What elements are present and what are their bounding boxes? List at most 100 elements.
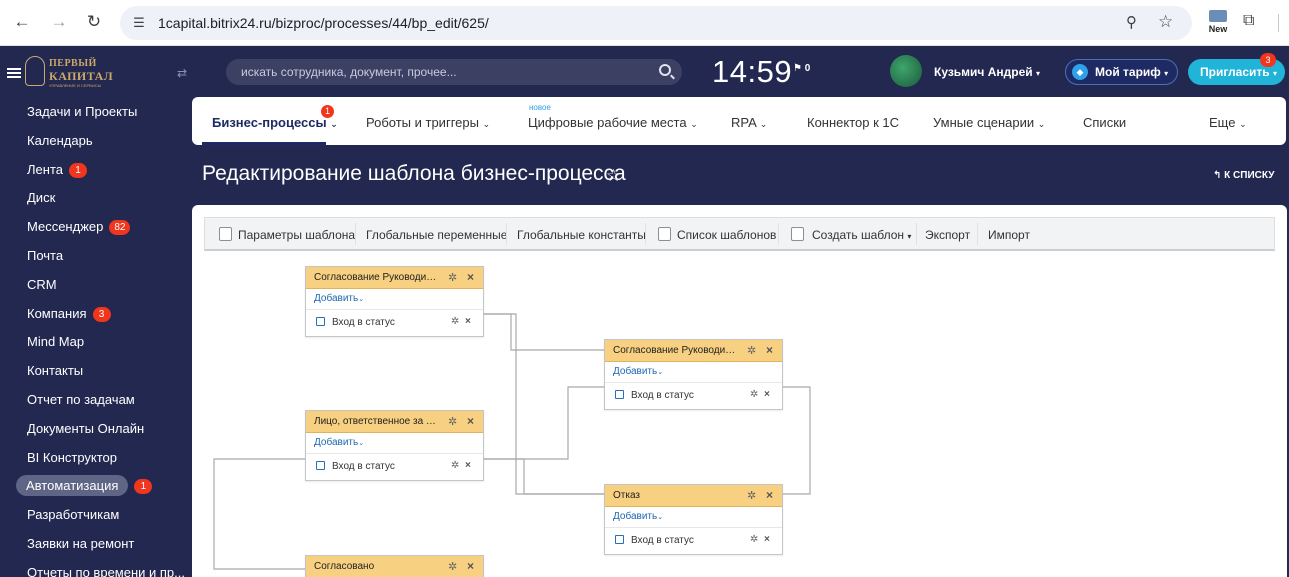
close-icon[interactable]: × [764, 534, 770, 545]
sidebar-item-automation[interactable]: Автоматизация 1 [0, 472, 192, 501]
address-bar[interactable]: ☰ 1capital.bitrix24.ru/bizproc/processes… [120, 6, 1192, 40]
process-block[interactable]: Лицо, ответственное за за... ✲ × Добавит… [305, 410, 484, 481]
sidebar-item-tasks[interactable]: Задачи и Проекты [0, 98, 192, 127]
toolbar-divider [506, 223, 507, 245]
sidebar-item-task-report[interactable]: Отчет по задачам [0, 386, 192, 415]
template-list-button[interactable]: Список шаблонов [677, 228, 776, 242]
search-input[interactable]: искать сотрудника, документ, прочее... [226, 59, 682, 85]
gear-icon[interactable]: ✲ [451, 460, 459, 471]
row-label: Вход в статус [332, 317, 395, 328]
menu-burger-icon[interactable] [7, 68, 21, 78]
close-icon[interactable]: × [766, 488, 773, 502]
close-icon[interactable]: × [467, 559, 474, 573]
site-settings-icon[interactable]: ☰ [130, 14, 148, 32]
gear-icon[interactable]: ✲ [750, 534, 758, 545]
extension-new-button[interactable]: New [1206, 10, 1230, 38]
favorite-star-icon[interactable]: ☆ [606, 166, 621, 186]
process-block[interactable]: Отказ ✲ × Добавить⌄ Вход в статус ✲ × [604, 484, 783, 555]
enter-status-icon [316, 461, 325, 470]
avatar[interactable] [890, 55, 922, 87]
chevron-down-icon: ⌄ [330, 119, 338, 129]
flag-counter[interactable]: ⚑ 0 [793, 63, 810, 74]
block-header[interactable]: Отказ ✲ × [605, 485, 782, 507]
clock[interactable]: 14:59 [712, 54, 792, 90]
sidebar-item-disk[interactable]: Диск [0, 184, 192, 213]
gear-icon[interactable]: ✲ [448, 560, 457, 573]
block-row[interactable]: Вход в статус ✲ × [306, 310, 483, 336]
tab-rpa[interactable]: RPA ⌄ [731, 115, 767, 130]
sidebar-item-crm[interactable]: CRM [0, 271, 192, 300]
block-header[interactable]: Согласование Руководите... ✲ × [605, 340, 782, 362]
block-row[interactable]: Вход в статус ✲ × [306, 454, 483, 480]
add-dropdown[interactable]: Добавить⌄ [306, 289, 483, 310]
tab-lists[interactable]: Списки [1083, 115, 1126, 130]
sidebar-item-mail[interactable]: Почта [0, 242, 192, 271]
template-params-icon [219, 227, 232, 241]
gear-icon[interactable]: ✲ [750, 389, 758, 400]
reload-icon[interactable]: ↻ [83, 11, 105, 33]
row-label: Вход в статус [631, 535, 694, 546]
process-block[interactable]: Согласование Руководите... ✲ × Добавить⌄… [305, 266, 484, 337]
chevron-down-icon: ⌄ [657, 369, 664, 376]
block-row[interactable]: Вход в статус ✲ × [605, 383, 782, 409]
create-template-button[interactable]: Создать шаблон ▾ [812, 228, 911, 242]
sidebar-item-bi[interactable]: BI Конструктор [0, 444, 192, 473]
close-icon[interactable]: × [465, 460, 471, 471]
address-url[interactable]: 1capital.bitrix24.ru/bizproc/processes/4… [158, 15, 489, 31]
search-icon[interactable] [659, 64, 671, 76]
my-plan-button[interactable]: ◆ Мой тариф ▾ [1065, 59, 1178, 85]
export-button[interactable]: Экспорт [925, 228, 970, 242]
sidebar-item-feed[interactable]: Лента 1 [0, 156, 192, 185]
tab-more[interactable]: Еще ⌄ [1209, 115, 1247, 130]
tab-digital-workplaces[interactable]: Цифровые рабочие места ⌄ [528, 115, 698, 130]
invite-button[interactable]: Пригласить ▾ 3 [1188, 53, 1285, 85]
zoom-icon[interactable]: ⚲ [1126, 13, 1137, 31]
extensions-puzzle-icon[interactable]: ⧉ [1243, 12, 1254, 30]
process-block[interactable]: Согласование Руководите... ✲ × Добавить⌄… [604, 339, 783, 410]
sidebar-item-docs-online[interactable]: Документы Онлайн [0, 415, 192, 444]
sidebar-item-time-reports[interactable]: Отчеты по времени и пр... [0, 559, 192, 577]
block-row[interactable]: Вход в статус ✲ × [605, 528, 782, 554]
sidebar-item-calendar[interactable]: Календарь [0, 127, 192, 156]
close-icon[interactable]: × [465, 316, 471, 327]
user-menu[interactable]: Кузьмич Андрей ▾ [934, 65, 1040, 79]
sidebar-item-label: Mind Map [27, 334, 85, 350]
sidebar-item-contacts[interactable]: Контакты [0, 357, 192, 386]
user-name: Кузьмич Андрей [934, 65, 1033, 79]
company-logo[interactable]: ПЕРВЫЙ КАПИТАЛ УПРАВЛЕНИЕ И СЕРВИСЫ [25, 56, 113, 88]
global-vars-button[interactable]: Глобальные переменные [366, 228, 507, 242]
import-button[interactable]: Импорт [988, 228, 1030, 242]
bookmark-star-icon[interactable]: ☆ [1158, 12, 1173, 32]
tab-business-processes[interactable]: Бизнес-процессы ⌄ [212, 115, 338, 130]
process-block[interactable]: Согласовано ✲ × [305, 555, 484, 577]
close-icon[interactable]: × [467, 414, 474, 428]
sidebar-item-repair[interactable]: Заявки на ремонт [0, 530, 192, 559]
gear-icon[interactable]: ✲ [747, 489, 756, 502]
tab-1c-connector[interactable]: Коннектор к 1С [807, 115, 899, 130]
back-arrow-icon[interactable]: ← [11, 11, 33, 33]
close-icon[interactable]: × [764, 389, 770, 400]
tab-robots-triggers[interactable]: Роботы и триггеры ⌄ [366, 115, 490, 130]
sidebar-item-company[interactable]: Компания 3 [0, 300, 192, 329]
gear-icon[interactable]: ✲ [451, 316, 459, 327]
close-icon[interactable]: × [467, 270, 474, 284]
close-icon[interactable]: × [766, 343, 773, 357]
gear-icon[interactable]: ✲ [448, 415, 457, 428]
tab-smart-scenarios[interactable]: Умные сценарии ⌄ [933, 115, 1045, 130]
add-dropdown[interactable]: Добавить⌄ [605, 362, 782, 383]
gear-icon[interactable]: ✲ [448, 271, 457, 284]
block-header[interactable]: Согласование Руководите... ✲ × [306, 267, 483, 289]
forward-arrow-icon[interactable]: → [48, 11, 70, 33]
sidebar-settings-icon[interactable]: ⇄ [177, 66, 187, 80]
template-params-button[interactable]: Параметры шаблона [238, 228, 355, 242]
add-dropdown[interactable]: Добавить⌄ [306, 433, 483, 454]
sidebar-item-messenger[interactable]: Мессенджер 82 [0, 213, 192, 242]
block-header[interactable]: Лицо, ответственное за за... ✲ × [306, 411, 483, 433]
sidebar-item-developers[interactable]: Разработчикам [0, 501, 192, 530]
sidebar-item-mindmap[interactable]: Mind Map [0, 328, 192, 357]
block-header[interactable]: Согласовано ✲ × [306, 556, 483, 577]
back-to-list-link[interactable]: ↰ К СПИСКУ [1213, 170, 1274, 181]
gear-icon[interactable]: ✲ [747, 344, 756, 357]
add-dropdown[interactable]: Добавить⌄ [605, 507, 782, 528]
global-consts-button[interactable]: Глобальные константы [517, 228, 646, 242]
